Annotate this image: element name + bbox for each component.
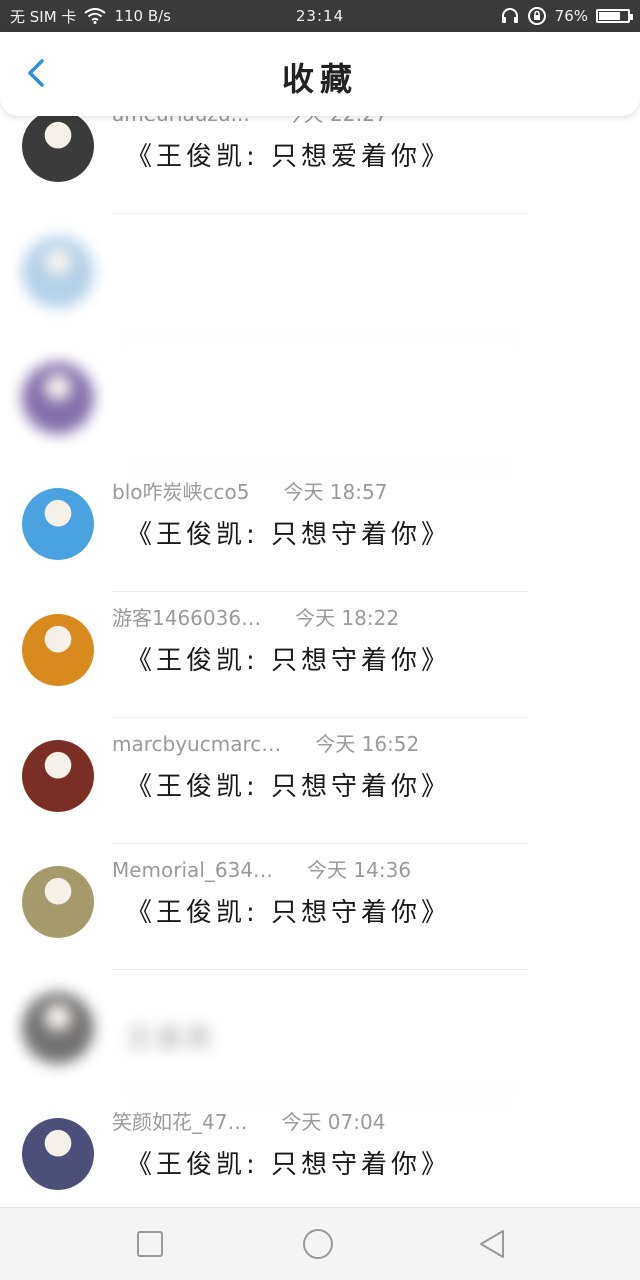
recent-apps-icon[interactable] (134, 1228, 166, 1260)
wifi-icon (84, 8, 107, 24)
item-meta (112, 350, 146, 374)
avatar[interactable] (22, 362, 94, 434)
home-icon[interactable] (302, 1228, 334, 1260)
item-meta: marcbyucmarc… 今天 16:52 (112, 728, 419, 757)
favorites-list: ameuriauzu...今天 22:27《王俊凯: 只想爱着你》blo咋炭峡c… (0, 88, 640, 1222)
clock: 23:14 (295, 7, 345, 25)
item-meta: 笑颜如花_47… 今天 07:04 (112, 1106, 385, 1135)
header-bar: 收藏 (0, 32, 640, 116)
sim-status: 无 SIM 卡 (10, 7, 77, 26)
avatar[interactable] (22, 740, 94, 812)
timestamp: 今天 18:22 (295, 606, 400, 630)
battery-icon (596, 9, 633, 23)
status-left: 无 SIM 卡 110 B/s (10, 6, 171, 27)
list-item[interactable]: blo咋炭峡cco5 今天 18:57 《王俊凯: 只想守着你》 (0, 466, 640, 592)
avatar[interactable] (22, 866, 94, 938)
avatar[interactable] (22, 488, 94, 560)
timestamp: 今天 16:52 (315, 732, 420, 756)
message-text: 《王俊凯: 只想守着你》 (126, 520, 452, 550)
battery-percent: 76% (554, 7, 588, 25)
headphone-icon (501, 8, 518, 23)
username: marcbyucmarc… (112, 732, 282, 756)
avatar[interactable] (22, 992, 94, 1064)
item-meta: Memorial_634… 今天 14:36 (112, 854, 411, 883)
list-item[interactable] (0, 214, 640, 340)
battery-level (599, 12, 621, 20)
item-meta: 游客1466036… 今天 18:22 (112, 602, 399, 631)
status-bar: 无 SIM 卡 110 B/s 23:14 76% (0, 0, 640, 32)
item-meta (112, 980, 146, 1004)
username: blo咋炭峡cco5 (112, 480, 250, 504)
list-item[interactable]: Memorial_634… 今天 14:36 《王俊凯: 只想守着你》 (0, 844, 640, 970)
timestamp: 今天 18:57 (283, 480, 388, 504)
list-item[interactable]: 笑颜如花_47… 今天 07:04 《王俊凯: 只想守着你》 (0, 1096, 640, 1222)
message-text: 王俊凯 (126, 1024, 217, 1054)
message-text: 《王俊凯: 只想守着你》 (126, 772, 452, 802)
list-item[interactable] (0, 340, 640, 466)
item-meta: blo咋炭峡cco5 今天 18:57 (112, 476, 387, 505)
message-text: 《王俊凯: 只想守着你》 (126, 646, 452, 676)
back-icon[interactable] (476, 1228, 508, 1260)
page-title: 收藏 (281, 60, 358, 98)
network-speed: 110 B/s (114, 7, 171, 25)
status-right: 76% (501, 6, 633, 26)
message-text: 《王俊凯: 只想守着你》 (126, 1150, 452, 1180)
message-text: 《王俊凯: 只想守着你》 (126, 898, 452, 928)
avatar[interactable] (22, 236, 94, 308)
username: 游客1466036… (112, 606, 262, 630)
timestamp: 今天 14:36 (307, 858, 412, 882)
list-item[interactable]: 游客1466036… 今天 18:22 《王俊凯: 只想守着你》 (0, 592, 640, 718)
timestamp: 今天 07:04 (281, 1110, 386, 1134)
list-item[interactable]: marcbyucmarc… 今天 16:52 《王俊凯: 只想守着你》 (0, 718, 640, 844)
avatar[interactable] (22, 614, 94, 686)
username: 笑颜如花_47… (112, 1110, 248, 1134)
username: Memorial_634… (112, 858, 274, 882)
item-meta (112, 224, 146, 248)
avatar[interactable] (22, 110, 94, 182)
avatar[interactable] (22, 1118, 94, 1190)
list-item[interactable]: 王俊凯 (0, 970, 640, 1096)
rotation-lock-icon (527, 7, 546, 25)
message-text: 《王俊凯: 只想爱着你》 (126, 142, 452, 172)
navigation-bar (0, 1207, 640, 1280)
